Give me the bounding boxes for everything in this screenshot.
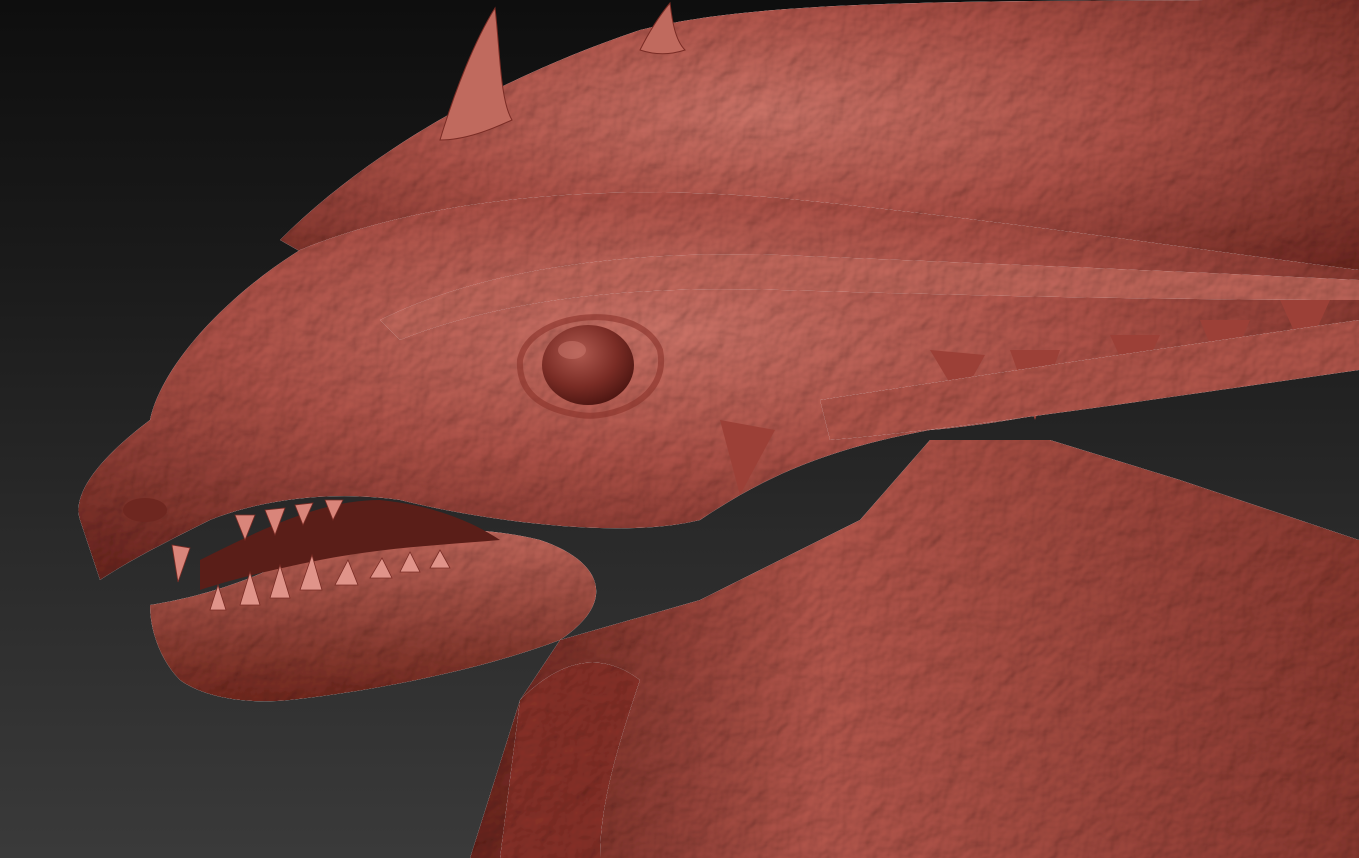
- dragon-sculpt-model[interactable]: [0, 0, 1359, 858]
- nostril: [123, 498, 167, 522]
- eye-highlight: [558, 341, 586, 359]
- horn-front: [439, 6, 513, 141]
- sculpt-viewport[interactable]: [0, 0, 1359, 858]
- dragon-eye: [542, 325, 634, 405]
